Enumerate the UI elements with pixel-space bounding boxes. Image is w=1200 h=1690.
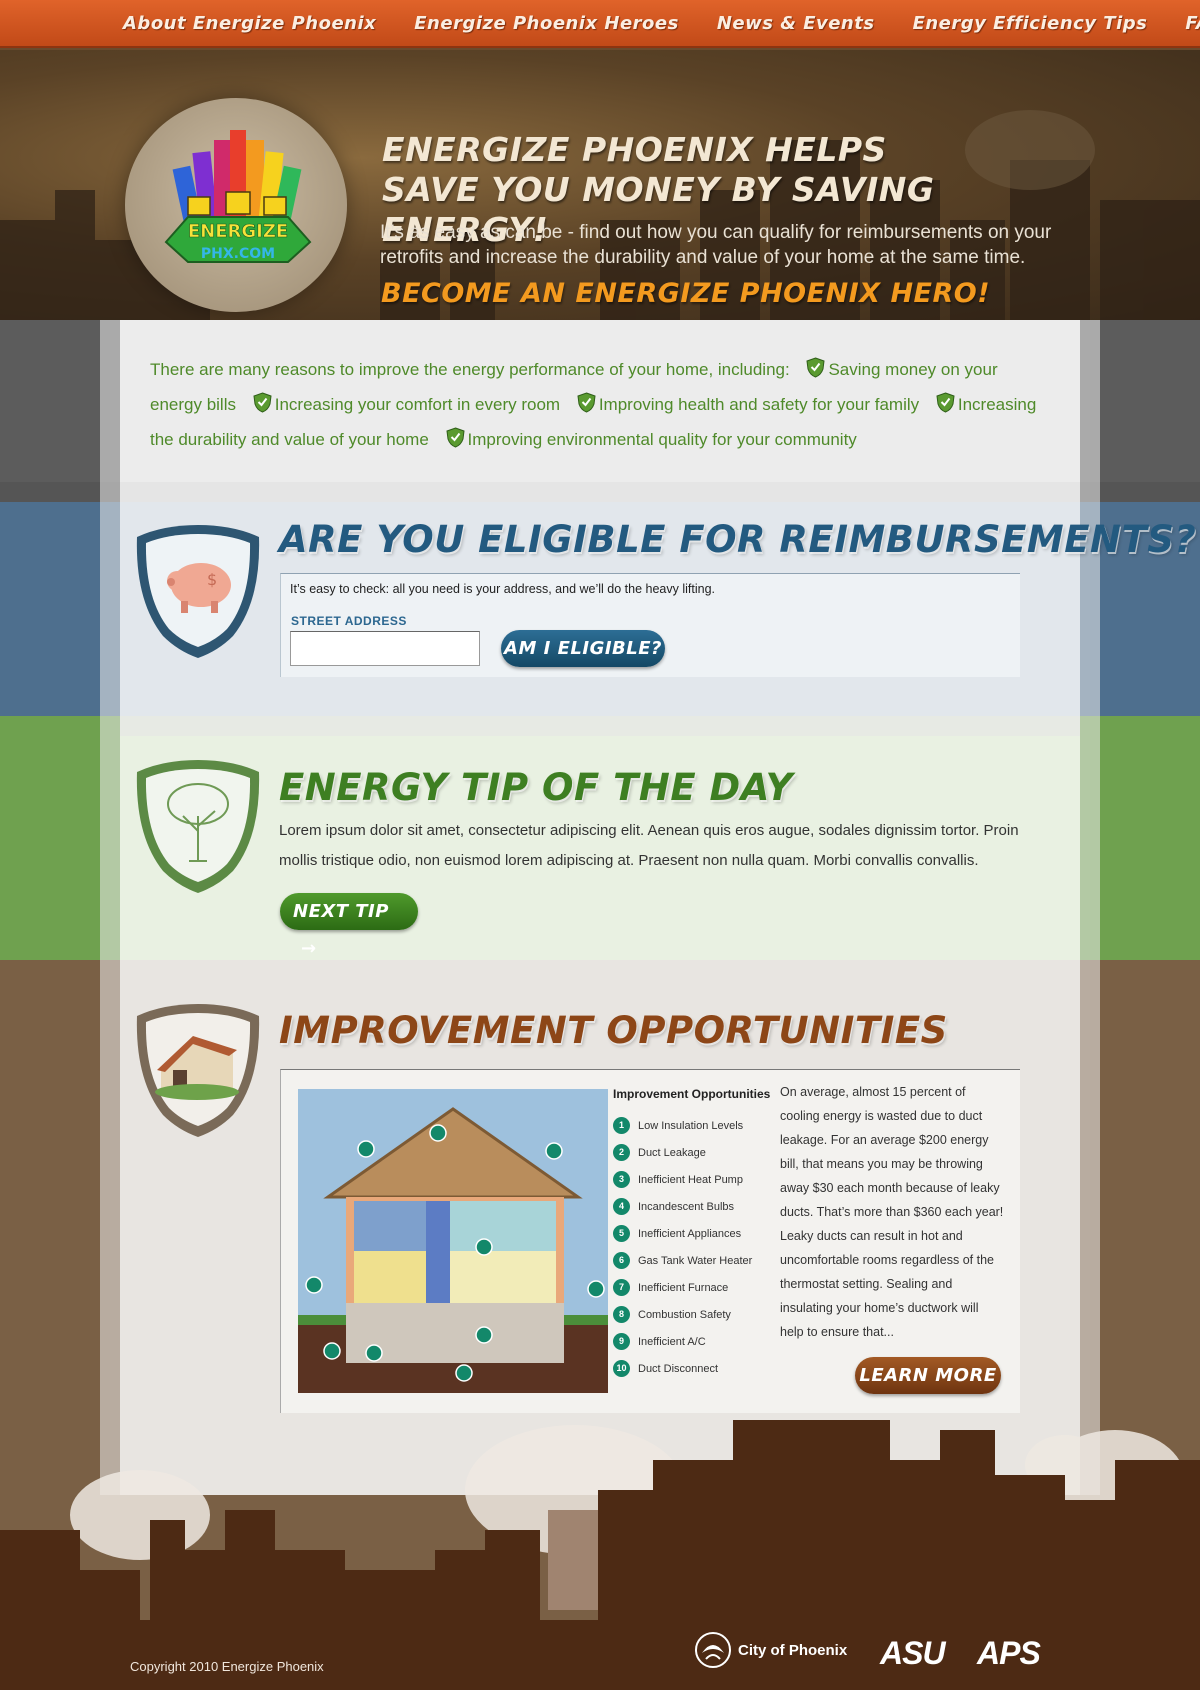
reasons-paragraph: There are many reasons to improve the en… xyxy=(150,352,1050,457)
legend-number: 4 xyxy=(613,1198,630,1215)
nav-item-tips[interactable]: Energy Efficiency Tips xyxy=(913,0,1148,48)
house-icon xyxy=(136,1004,260,1137)
next-tip-button[interactable]: Next Tip → xyxy=(280,893,418,959)
legend-item: 9 Inefficient A/C xyxy=(613,1328,752,1355)
legend-label: Inefficient Heat Pump xyxy=(638,1173,743,1186)
logo-url: PHX.COM xyxy=(201,246,275,262)
legend-title: Improvement Opportunities xyxy=(613,1087,771,1101)
hero: ENERGIZE PHX.COM Energize Phoenix helps … xyxy=(0,50,1200,320)
legend-number: 3 xyxy=(613,1171,630,1188)
improvement-legend: 1 Low Insulation Levels 2 Duct Leakage 3 In… xyxy=(613,1112,752,1382)
tip-title: Energy Tip of the Day xyxy=(279,766,793,809)
next-tip-label: Next Tip xyxy=(293,901,389,922)
legend-label: Duct Leakage xyxy=(638,1146,706,1159)
reason-item: Improving health and safety for your fam… xyxy=(598,395,920,414)
nav-list: About Energize Phoenix Energize Phoenix … xyxy=(123,0,1200,48)
legend-label: Inefficient A/C xyxy=(638,1335,706,1348)
arrow-right-icon: → xyxy=(301,938,317,959)
legend-number: 9 xyxy=(613,1333,630,1350)
reasons-intro: There are many reasons to improve the en… xyxy=(150,360,790,379)
legend-item: 2 Duct Leakage xyxy=(613,1139,752,1166)
nav-item-heroes[interactable]: Energize Phoenix Heroes xyxy=(414,0,679,48)
top-nav: About Energize Phoenix Energize Phoenix … xyxy=(0,0,1200,48)
legend-label: Combustion Safety xyxy=(638,1308,731,1321)
legend-item: 3 Inefficient Heat Pump xyxy=(613,1166,752,1193)
legend-number: 5 xyxy=(613,1225,630,1242)
legend-number: 8 xyxy=(613,1306,630,1323)
eligibility-title: Are You Eligible for Reimbursements? xyxy=(279,518,1197,561)
house-cutaway-diagram xyxy=(298,1089,608,1393)
shield-check-icon xyxy=(445,427,465,448)
legend-label: Inefficient Furnace xyxy=(638,1281,729,1294)
legend-item: 5 Inefficient Appliances xyxy=(613,1220,752,1247)
shield-check-icon xyxy=(806,357,825,378)
reason-item: Increasing your comfort in every room xyxy=(274,395,561,414)
svg-text:$: $ xyxy=(207,570,217,589)
city-of-phoenix-label: City of Phoenix xyxy=(738,1641,848,1659)
legend-number: 6 xyxy=(613,1252,630,1269)
am-i-eligible-button[interactable]: Am I Eligible? xyxy=(501,630,665,667)
shield-check-icon xyxy=(253,392,272,413)
copyright: Copyright 2010 Energize Phoenix xyxy=(130,1659,324,1674)
reason-item: Improving environmental quality for your… xyxy=(467,430,857,449)
eligibility-intro: It’s easy to check: all you need is your… xyxy=(290,582,716,596)
legend-item: 4 Incandescent Bulbs xyxy=(613,1193,752,1220)
tip-text: Lorem ipsum dolor sit amet, consectetur … xyxy=(279,822,1019,869)
legend-number: 7 xyxy=(613,1279,630,1296)
legend-item: 1 Low Insulation Levels xyxy=(613,1112,752,1139)
legend-label: Low Insulation Levels xyxy=(638,1119,744,1132)
learn-more-button[interactable]: Learn More xyxy=(855,1357,1001,1394)
legend-number: 2 xyxy=(613,1144,630,1161)
nav-item-about[interactable]: About Energize Phoenix xyxy=(123,0,376,48)
legend-number: 1 xyxy=(613,1117,630,1134)
logo-word: ENERGIZE xyxy=(188,221,288,242)
nav-item-news[interactable]: News & Events xyxy=(717,0,875,48)
legend-label: Duct Disconnect xyxy=(638,1362,719,1375)
legend-item: 6 Gas Tank Water Heater xyxy=(613,1247,752,1274)
piggy-bank-icon: $ xyxy=(136,525,260,658)
city-of-phoenix-logo[interactable]: City of Phoenix xyxy=(694,1631,847,1669)
asu-logo[interactable]: ASU xyxy=(880,1635,946,1672)
energize-phx-logo[interactable]: ENERGIZE PHX.COM xyxy=(158,122,318,272)
tree-icon xyxy=(136,760,260,893)
phoenix-bird-icon xyxy=(695,1632,731,1668)
hero-heading-line1: Energize Phoenix helps xyxy=(382,130,887,169)
legend-item: 8 Combustion Safety xyxy=(613,1301,752,1328)
legend-item: 10 Duct Disconnect xyxy=(613,1355,752,1382)
legend-label: Gas Tank Water Heater xyxy=(638,1254,753,1267)
legend-label: Inefficient Appliances xyxy=(638,1227,742,1240)
legend-label: Incandescent Bulbs xyxy=(638,1200,735,1213)
aps-logo[interactable]: APS xyxy=(977,1635,1041,1672)
become-hero-link[interactable]: Become an Energize Phoenix Hero! xyxy=(381,278,990,309)
hero-subtext: It’s as easy as can be - find out how yo… xyxy=(380,222,1052,268)
improvement-text: On average, almost 15 percent of cooling… xyxy=(780,1085,1004,1339)
legend-number: 10 xyxy=(613,1360,630,1377)
street-address-input[interactable] xyxy=(290,631,480,666)
shield-check-icon xyxy=(936,392,955,413)
legend-item: 7 Inefficient Furnace xyxy=(613,1274,752,1301)
shield-check-icon xyxy=(577,392,596,413)
street-address-label: STREET ADDRESS xyxy=(291,614,407,628)
nav-item-faqs[interactable]: FAQs xyxy=(1185,0,1200,48)
improvement-title: Improvement Opportunities xyxy=(279,1009,948,1052)
